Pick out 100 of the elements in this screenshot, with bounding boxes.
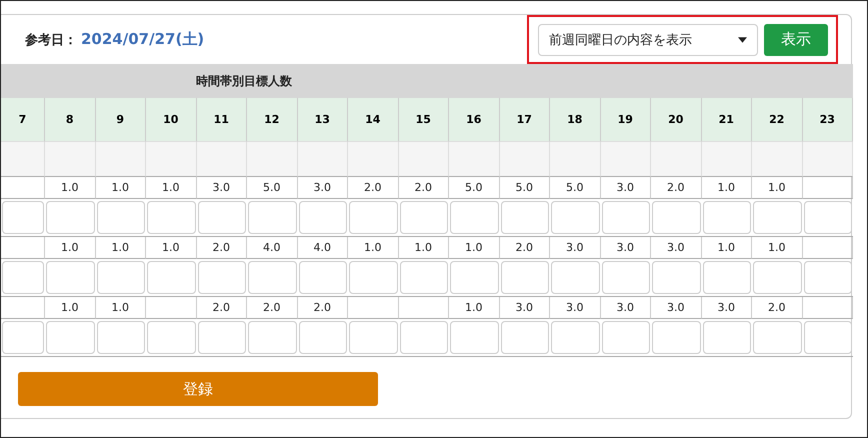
table-cell <box>398 142 449 177</box>
table-cell <box>348 297 398 319</box>
input-field[interactable] <box>2 201 44 234</box>
reference-date: 2024/07/27(土) <box>81 30 204 49</box>
table-cell: 1.0 <box>348 237 398 259</box>
input-field[interactable] <box>147 201 196 234</box>
input-field[interactable] <box>298 201 347 234</box>
table-cell <box>1 237 45 259</box>
input-field[interactable] <box>96 321 145 354</box>
table-cell <box>45 142 96 177</box>
input-field[interactable] <box>551 321 600 354</box>
table-cell <box>298 142 348 177</box>
table-cell: 5.0 <box>500 177 550 199</box>
table-cell: 1.0 <box>752 177 802 199</box>
table-cell: 3.0 <box>702 297 752 319</box>
input-field[interactable] <box>248 261 296 294</box>
table-cell: 1.0 <box>45 177 96 199</box>
hour-header: 8 <box>45 98 96 142</box>
input-field[interactable] <box>804 321 852 354</box>
input-field[interactable] <box>349 201 398 234</box>
table-cell <box>348 142 398 177</box>
input-field[interactable] <box>349 261 398 294</box>
input-field[interactable] <box>400 261 448 294</box>
input-field[interactable] <box>500 201 549 234</box>
hour-header: 16 <box>449 98 500 142</box>
table-cell: 3.0 <box>600 297 651 319</box>
input-field[interactable] <box>96 261 145 294</box>
input-field[interactable] <box>46 201 94 234</box>
caret-icon <box>738 36 747 42</box>
input-field[interactable] <box>652 201 700 234</box>
input-field[interactable] <box>652 261 700 294</box>
input-field[interactable] <box>500 261 549 294</box>
input-field[interactable] <box>753 201 802 234</box>
table-cell: 1.0 <box>96 177 146 199</box>
hour-header: 19 <box>600 98 651 142</box>
table-cell <box>96 142 146 177</box>
display-select[interactable]: 前週同曜日の内容を表示 <box>538 24 758 56</box>
register-button[interactable]: 登録 <box>18 372 378 406</box>
hour-header: 12 <box>247 98 298 142</box>
input-field[interactable] <box>602 201 650 234</box>
input-field[interactable] <box>198 201 246 234</box>
hour-header: 23 <box>802 98 853 142</box>
table-cell: 2.0 <box>500 237 550 259</box>
table-cell <box>1 177 45 199</box>
hour-header: 10 <box>146 98 196 142</box>
input-field[interactable] <box>147 321 196 354</box>
input-field[interactable] <box>298 321 347 354</box>
table-cell: 3.0 <box>600 237 651 259</box>
input-field[interactable] <box>804 261 852 294</box>
input-field[interactable] <box>450 321 498 354</box>
input-field[interactable] <box>702 261 751 294</box>
input-field[interactable] <box>96 201 145 234</box>
hour-header: 20 <box>651 98 702 142</box>
hour-header: 17 <box>500 98 550 142</box>
input-field[interactable] <box>702 201 751 234</box>
input-field[interactable] <box>46 261 94 294</box>
input-field[interactable] <box>2 261 44 294</box>
table-cell: 2.0 <box>348 177 398 199</box>
table-cell: 1.0 <box>702 237 752 259</box>
input-field[interactable] <box>804 201 852 234</box>
table-cell: 1.0 <box>449 237 500 259</box>
input-field[interactable] <box>450 201 498 234</box>
table-cell <box>196 142 247 177</box>
table-cell: 3.0 <box>550 297 600 319</box>
table-cell: 2.0 <box>398 177 449 199</box>
table-cell: 1.0 <box>752 237 802 259</box>
input-field[interactable] <box>198 321 246 354</box>
hour-header: 7 <box>1 98 45 142</box>
table-cell: 5.0 <box>247 177 298 199</box>
input-field[interactable] <box>500 321 549 354</box>
input-field[interactable] <box>198 261 246 294</box>
input-field[interactable] <box>400 321 448 354</box>
input-field[interactable] <box>248 201 296 234</box>
table-cell: 1.0 <box>45 237 96 259</box>
table-cell <box>398 297 449 319</box>
input-field[interactable] <box>551 261 600 294</box>
table-title: 時間帯別目標人数 <box>1 64 853 98</box>
input-field[interactable] <box>147 261 196 294</box>
input-field[interactable] <box>602 321 650 354</box>
input-field[interactable] <box>248 321 296 354</box>
input-field[interactable] <box>753 321 802 354</box>
input-field[interactable] <box>652 321 700 354</box>
table-cell <box>449 142 500 177</box>
input-field[interactable] <box>349 321 398 354</box>
table-cell: 1.0 <box>45 297 96 319</box>
input-field[interactable] <box>753 261 802 294</box>
table-cell: 3.0 <box>550 237 600 259</box>
table-cell <box>651 142 702 177</box>
table-cell: 2.0 <box>298 297 348 319</box>
table-cell: 3.0 <box>600 177 651 199</box>
reference-date-label: 参考日： <box>25 32 77 48</box>
input-field[interactable] <box>400 201 448 234</box>
input-field[interactable] <box>46 321 94 354</box>
input-field[interactable] <box>2 321 44 354</box>
input-field[interactable] <box>602 261 650 294</box>
input-field[interactable] <box>298 261 347 294</box>
input-field[interactable] <box>551 201 600 234</box>
input-field[interactable] <box>450 261 498 294</box>
show-button[interactable]: 表示 <box>764 24 828 56</box>
input-field[interactable] <box>702 321 751 354</box>
